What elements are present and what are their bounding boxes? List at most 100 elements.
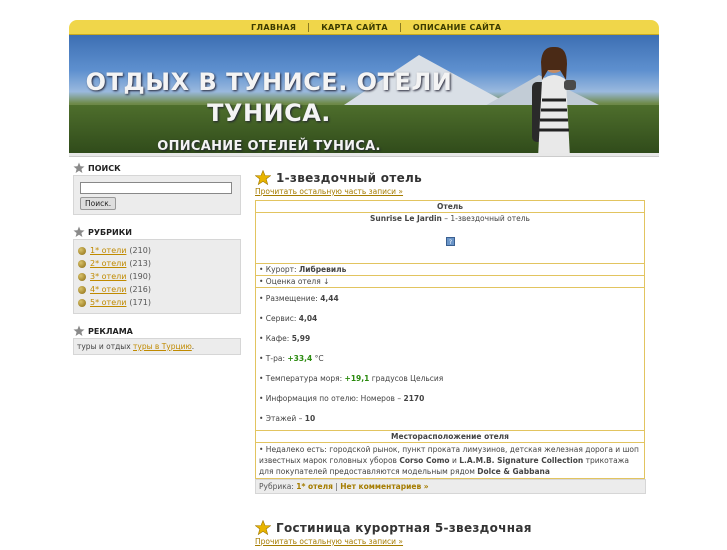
image-icon: ? bbox=[445, 237, 455, 246]
bullet-icon bbox=[78, 246, 86, 255]
search-title-text: ПОИСК bbox=[88, 163, 121, 173]
category-count: (213) bbox=[129, 259, 151, 268]
sea-label: • Температура моря: bbox=[259, 374, 343, 383]
ads-title-text: РЕКЛАМА bbox=[88, 326, 133, 336]
location-description: • Недалеко есть: городской рынок, пункт … bbox=[255, 442, 645, 479]
list-item: 5* отели (171) bbox=[78, 296, 236, 309]
nav-home[interactable]: ГЛАВНАЯ bbox=[239, 23, 308, 32]
accommodation-row: • Размещение: 4,44 bbox=[259, 289, 641, 309]
sea-value: +19,1 bbox=[344, 374, 370, 383]
resort-label: • Курорт: bbox=[259, 265, 297, 274]
location-brand: L.A.M.B. Signature Collection bbox=[459, 456, 584, 465]
floors-row: • Этажей – 10 bbox=[259, 409, 641, 429]
meta-comments-link[interactable]: Нет комментариев » bbox=[340, 482, 428, 491]
post-title-text[interactable]: 1-звездочный отель bbox=[276, 171, 422, 185]
header-banner: ОТДЫХ В ТУНИСЕ. ОТЕЛИ ТУНИСА. ОПИСАНИЕ О… bbox=[69, 35, 659, 153]
location-brand: Dolce & Gabbana bbox=[477, 467, 550, 476]
hotel-name-cell: Sunrise Le Jardin – 1-звездочный отель ? bbox=[255, 212, 645, 264]
ads-box: туры и отдых туры в Турцию. bbox=[73, 338, 241, 355]
main-content: 1-звездочный отель Прочитать остальную ч… bbox=[255, 170, 647, 550]
resort-value: Либревиль bbox=[298, 265, 347, 274]
star-icon bbox=[73, 325, 85, 336]
site-subtitle: ОПИСАНИЕ ОТЕЛЕЙ ТУНИСА. bbox=[157, 139, 381, 153]
cafe-value: 5,99 bbox=[291, 334, 311, 343]
category-link[interactable]: 4* отели bbox=[90, 285, 126, 294]
ads-text: туры и отдых bbox=[77, 342, 131, 351]
category-link[interactable]: 2* отели bbox=[90, 259, 126, 268]
star-icon bbox=[255, 520, 271, 535]
ads-link[interactable]: туры в Турцию bbox=[133, 342, 192, 351]
info-label: • Информация по отелю: Номеров – bbox=[259, 394, 402, 403]
location-text: и bbox=[451, 456, 457, 465]
bullet-icon bbox=[78, 285, 86, 294]
hiker-image bbox=[532, 46, 576, 153]
cafe-label: • Кафе: bbox=[259, 334, 290, 343]
site-title: ОТДЫХ В ТУНИСЕ. ОТЕЛИ ТУНИСА. bbox=[85, 68, 453, 127]
location-brand: Corso Como bbox=[399, 456, 450, 465]
category-count: (210) bbox=[129, 246, 151, 255]
category-count: (216) bbox=[129, 285, 151, 294]
hotel-image-placeholder: ? bbox=[259, 237, 641, 248]
post-title: 1-звездочный отель bbox=[255, 170, 647, 185]
rubrics-widget-title: РУБРИКИ bbox=[73, 225, 241, 239]
list-item: 1* отели (210) bbox=[78, 244, 236, 257]
category-count: (171) bbox=[129, 298, 151, 307]
resort-row: • Курорт: Либревиль bbox=[255, 263, 645, 276]
bullet-icon bbox=[78, 272, 86, 281]
ads-widget-title: РЕКЛАМА bbox=[73, 324, 241, 338]
hotel-desc: – 1-звездочный отель bbox=[444, 214, 530, 223]
temp-row: • Т-ра: +33,4 °С bbox=[259, 349, 641, 369]
search-widget-title: ПОИСК bbox=[73, 161, 241, 175]
service-row: • Сервис: 4,04 bbox=[259, 309, 641, 329]
nav-sitemap[interactable]: КАРТА САЙТА bbox=[309, 23, 400, 32]
star-icon bbox=[73, 226, 85, 237]
meta-label: Рубрика: bbox=[259, 482, 294, 491]
page-wrapper: ГЛАВНАЯ КАРТА САЙТА ОПИСАНИЕ САЙТА ОТДЫХ… bbox=[69, 20, 659, 546]
temp-value: +33,4 bbox=[287, 354, 313, 363]
list-item: 3* отели (190) bbox=[78, 270, 236, 283]
table-header-location: Месторасположение отеля bbox=[255, 430, 645, 443]
accommodation-label: • Размещение: bbox=[259, 294, 318, 303]
hotel-info-table: Отель Sunrise Le Jardin – 1-звездочный о… bbox=[255, 200, 645, 479]
sea-unit: градусов Цельсия bbox=[371, 374, 444, 383]
ads-end: . bbox=[191, 342, 195, 351]
category-link[interactable]: 3* отели bbox=[90, 272, 126, 281]
read-more-link[interactable]: Прочитать остальную часть записи » bbox=[255, 187, 647, 196]
star-icon bbox=[73, 162, 85, 173]
info-row: • Информация по отелю: Номеров – 2170 bbox=[259, 389, 641, 409]
floors-label: • Этажей – bbox=[259, 414, 303, 423]
meta-category-link[interactable]: 1* отеля bbox=[296, 482, 333, 491]
search-button[interactable]: Поиск. bbox=[80, 197, 117, 210]
svg-text:?: ? bbox=[448, 239, 451, 246]
meta-separator: | bbox=[335, 482, 338, 491]
search-input[interactable] bbox=[80, 182, 232, 194]
rating-label: • Оценка отеля ↓ bbox=[259, 277, 330, 286]
bullet-icon bbox=[78, 298, 86, 307]
category-link[interactable]: 1* отели bbox=[90, 246, 126, 255]
cafe-row: • Кафе: 5,99 bbox=[259, 329, 641, 349]
search-box: Поиск. bbox=[73, 175, 241, 215]
sidebar: ПОИСК Поиск. РУБРИКИ 1* отели (210) 2* о… bbox=[73, 157, 241, 355]
accommodation-value: 4,44 bbox=[320, 294, 339, 303]
category-count: (190) bbox=[129, 272, 151, 281]
post-title: Гостиница курортная 5-звездочная bbox=[255, 520, 647, 535]
post-title-text[interactable]: Гостиница курортная 5-звездочная bbox=[276, 521, 532, 535]
rubrics-title-text: РУБРИКИ bbox=[88, 227, 132, 237]
star-icon bbox=[255, 170, 271, 185]
category-link[interactable]: 5* отели bbox=[90, 298, 126, 307]
post-meta: Рубрика: 1* отеля | Нет комментариев » bbox=[255, 479, 646, 494]
sea-temp-row: • Температура моря: +19,1 градусов Цельс… bbox=[259, 369, 641, 389]
rating-row: • Оценка отеля ↓ bbox=[255, 275, 645, 288]
top-navigation: ГЛАВНАЯ КАРТА САЙТА ОПИСАНИЕ САЙТА bbox=[69, 20, 659, 35]
hotel-name: Sunrise Le Jardin bbox=[370, 214, 442, 223]
nav-about[interactable]: ОПИСАНИЕ САЙТА bbox=[401, 23, 514, 32]
list-item: 2* отели (213) bbox=[78, 257, 236, 270]
list-item: 4* отели (216) bbox=[78, 283, 236, 296]
info-value: 2170 bbox=[403, 394, 425, 403]
temp-label: • Т-ра: bbox=[259, 354, 285, 363]
service-label: • Сервис: bbox=[259, 314, 297, 323]
table-header-hotel: Отель bbox=[255, 200, 645, 213]
bullet-icon bbox=[78, 259, 86, 268]
temp-unit: °С bbox=[314, 354, 324, 363]
rating-details: • Размещение: 4,44 • Сервис: 4,04 • Кафе… bbox=[255, 287, 645, 431]
